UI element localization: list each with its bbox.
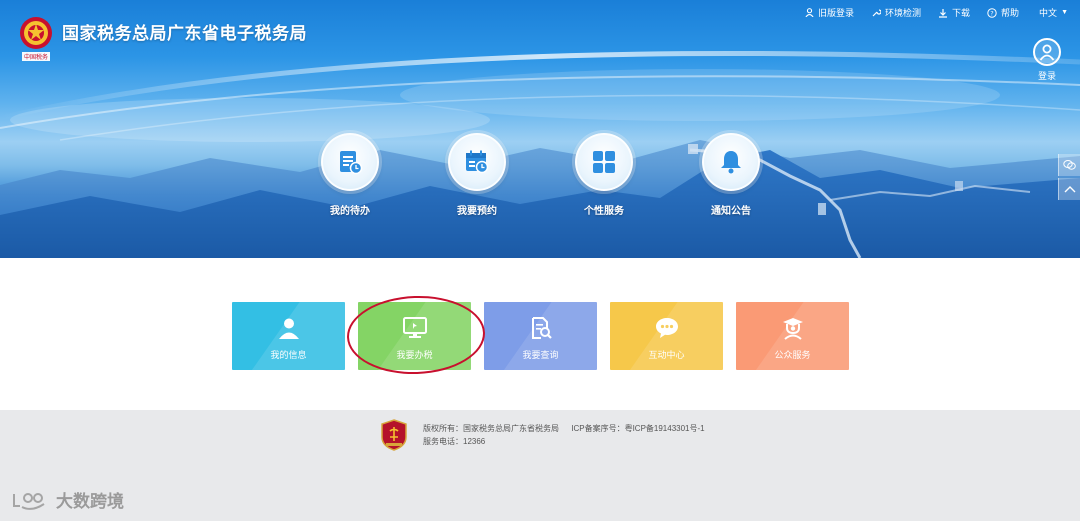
user-icon [805,8,814,17]
hero-item-personal-service-label: 个性服务 [584,206,624,217]
nav-download[interactable]: 下载 [938,6,970,19]
tile-public-service[interactable]: 公众服务 [736,302,849,370]
tile-public-service-label: 公众服务 [774,350,811,360]
hero-item-todo-label: 我的待办 [330,206,370,217]
tile-tax-handling[interactable]: 我要办税 [358,302,471,370]
hero-banner: 中国税务 国家税务总局广东省电子税务局 旧版登录 环境检测 下载 ? 帮助 中文… [0,0,1080,258]
calendar-icon [466,150,489,174]
site-brand[interactable]: 中国税务 国家税务总局广东省电子税务局 [18,13,307,63]
side-toolbar [1058,154,1080,202]
site-title: 国家税务总局广东省电子税务局 [62,24,307,43]
nav-env-check-label: 环境检测 [885,8,922,18]
back-to-top-button[interactable] [1058,178,1080,200]
tile-interaction-center[interactable]: 互动中心 [610,302,723,370]
side-chat-button[interactable] [1058,154,1080,176]
service-tiles: 我的信息 我要办税 我要查询 互动中心 公众服务 [232,302,849,370]
watermark: 大数跨境 [10,487,124,512]
nav-env-check[interactable]: 环境检测 [871,6,921,19]
hero-item-personal-service[interactable]: 个性服务 [574,133,634,217]
login-label: 登录 [1037,71,1056,81]
hero-item-appointment-circle [448,133,506,191]
grid-icon [593,151,615,173]
avatar-icon [1033,38,1061,66]
top-navigation: 旧版登录 环境检测 下载 ? 帮助 中文 ▼ [788,6,1068,19]
login-button[interactable]: 登录 [1032,38,1062,82]
nav-help[interactable]: ? 帮助 [987,6,1019,19]
hero-item-appointment-label: 我要预约 [457,206,497,217]
tile-my-info[interactable]: 我的信息 [232,302,345,370]
footer-phone: 服务电话：12366 [423,437,486,446]
nav-old-login-label: 旧版登录 [817,8,854,18]
hero-item-appointment[interactable]: 我要预约 [447,133,507,217]
hero-item-todo-circle [321,133,379,191]
hero-item-notice[interactable]: 通知公告 [701,133,761,217]
hero-item-notice-label: 通知公告 [711,206,751,217]
nav-help-label: 帮助 [1001,8,1020,18]
language-select[interactable]: 中文 ▼ [1039,6,1068,19]
footer-text: 版权所有：国家税务总局广东省税务局 ICP备案序号：粤ICP备19143301号… [423,422,705,448]
chat-bubble-icon [655,318,678,338]
footer-icp: ICP备案序号：粤ICP备19143301号-1 [571,424,705,433]
graduate-icon [782,318,803,340]
document-search-icon [531,317,552,339]
bell-icon [721,151,741,174]
tile-my-info-label: 我的信息 [270,350,307,360]
watermark-text: 大数跨境 [56,492,124,511]
help-icon: ? [987,7,997,18]
chevron-up-icon [1064,186,1075,193]
person-icon [278,318,299,339]
tile-interaction-center-label: 互动中心 [648,350,685,360]
tile-tax-handling-label: 我要办税 [396,350,433,360]
monitor-icon [402,317,427,338]
chat-icon [1063,160,1076,170]
hero-item-personal-service-circle [575,133,633,191]
download-icon [939,8,948,18]
svg-text:?: ? [990,9,993,17]
chevron-down-icon: ▼ [1061,9,1068,16]
todo-list-icon [340,151,363,175]
tax-emblem-icon: 中国税务 [20,17,52,61]
tile-query-label: 我要查询 [522,350,559,360]
hero-quick-menu: 我的待办 我要预约 个性服务 通知公告 [320,133,761,217]
wrench-icon [872,8,881,16]
hero-item-notice-circle [702,133,760,191]
nav-old-login[interactable]: 旧版登录 [805,6,854,19]
footer-copyright: 版权所有：国家税务总局广东省税务局 [423,424,559,433]
language-label: 中文 [1039,8,1058,18]
emblem-caption: 中国税务 [24,53,48,61]
tax-shield-logo-icon [381,419,407,451]
watermark-logo-icon [13,492,45,510]
footer-line-1: 版权所有：国家税务总局广东省税务局 ICP备案序号：粤ICP备19143301号… [423,422,705,435]
nav-download-label: 下载 [952,8,971,18]
page-footer: 版权所有：国家税务总局广东省税务局 ICP备案序号：粤ICP备19143301号… [0,410,1080,521]
tile-query[interactable]: 我要查询 [484,302,597,370]
hero-item-todo[interactable]: 我的待办 [320,133,380,217]
